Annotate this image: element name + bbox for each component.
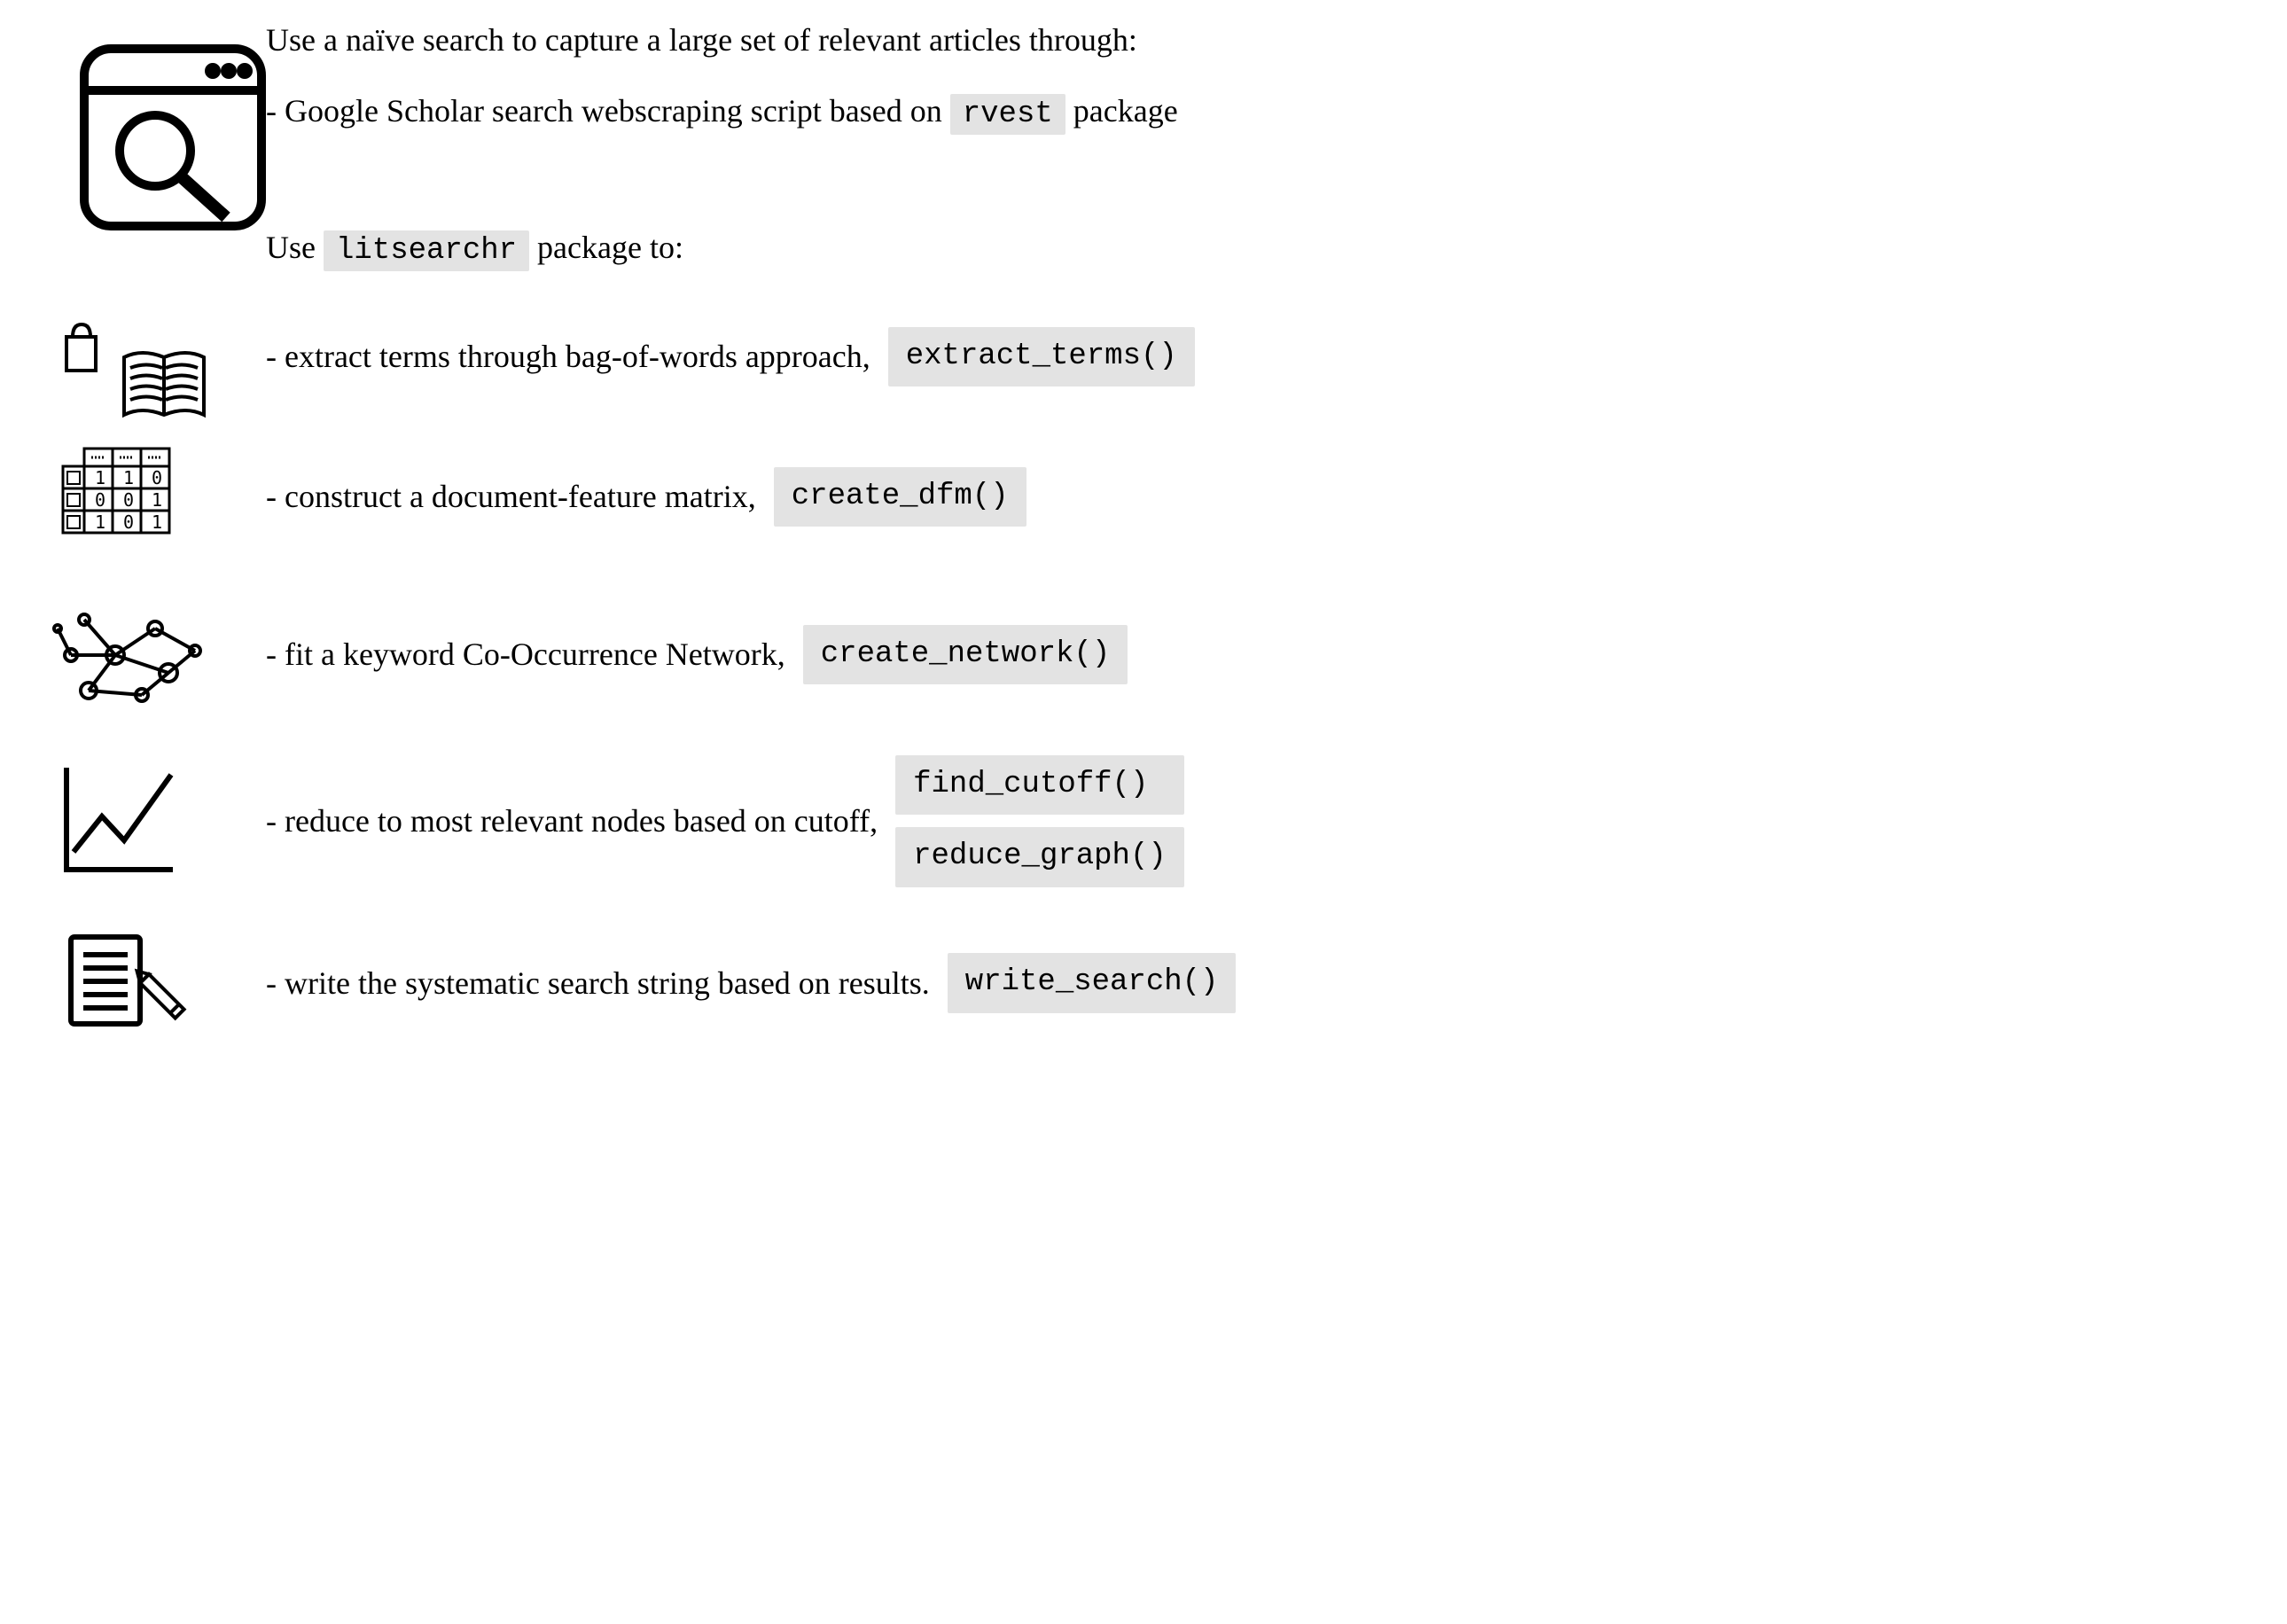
intro-sub-suffix: package [1065, 93, 1178, 129]
line-chart-icon [35, 759, 186, 883]
network-icon [35, 597, 213, 713]
step-create-network: - fit a keyword Co-Occurrence Network, c… [35, 597, 2252, 713]
use-suffix: package to: [529, 230, 683, 265]
svg-text:1: 1 [95, 467, 105, 488]
code-reduce-graph: reduce_graph() [895, 827, 1184, 887]
step-desc: - extract terms through bag-of-words app… [266, 334, 870, 379]
step-desc: - fit a keyword Co-Occurrence Network, [266, 632, 785, 676]
use-litsearchr-line: Use litsearchr package to: [35, 225, 2252, 273]
step-extract-terms: - extract terms through bag-of-words app… [35, 317, 2252, 397]
svg-text:1: 1 [123, 467, 134, 488]
document-pencil-icon [35, 930, 213, 1036]
code-rvest: rvest [950, 94, 1065, 135]
svg-text:1: 1 [95, 511, 105, 533]
code-write-search: write_search() [948, 953, 1237, 1013]
step-write-search: - write the systematic search string bas… [35, 930, 2252, 1036]
bag-book-icon [35, 317, 151, 397]
svg-text:0: 0 [95, 489, 105, 511]
browser-search-icon [71, 35, 275, 239]
code-extract-terms: extract_terms() [888, 327, 1195, 387]
svg-text:1: 1 [152, 511, 162, 533]
matrix-icon: 1 1 0 0 0 1 1 0 1 [35, 440, 177, 555]
intro-title: Use a naïve search to capture a large se… [35, 18, 2252, 62]
svg-text:0: 0 [123, 489, 134, 511]
svg-text:0: 0 [123, 511, 134, 533]
code-create-dfm: create_dfm() [774, 467, 1026, 527]
code-litsearchr: litsearchr [324, 230, 529, 271]
step-desc: - write the systematic search string bas… [266, 961, 930, 1005]
step-desc: - construct a document-feature matrix, [266, 474, 756, 519]
intro-sub: - Google Scholar search webscraping scri… [35, 89, 2252, 137]
step-cutoff-reduce: - reduce to most relevant nodes based on… [35, 755, 2252, 887]
step-desc: - reduce to most relevant nodes based on… [266, 799, 878, 843]
svg-text:0: 0 [152, 467, 162, 488]
intro-sub-prefix: - Google Scholar search webscraping scri… [266, 93, 950, 129]
code-find-cutoff: find_cutoff() [895, 755, 1184, 816]
svg-text:1: 1 [152, 489, 162, 511]
step-create-dfm: 1 1 0 0 0 1 1 0 1 - construct a document… [35, 440, 2252, 555]
code-create-network: create_network() [803, 625, 1128, 685]
